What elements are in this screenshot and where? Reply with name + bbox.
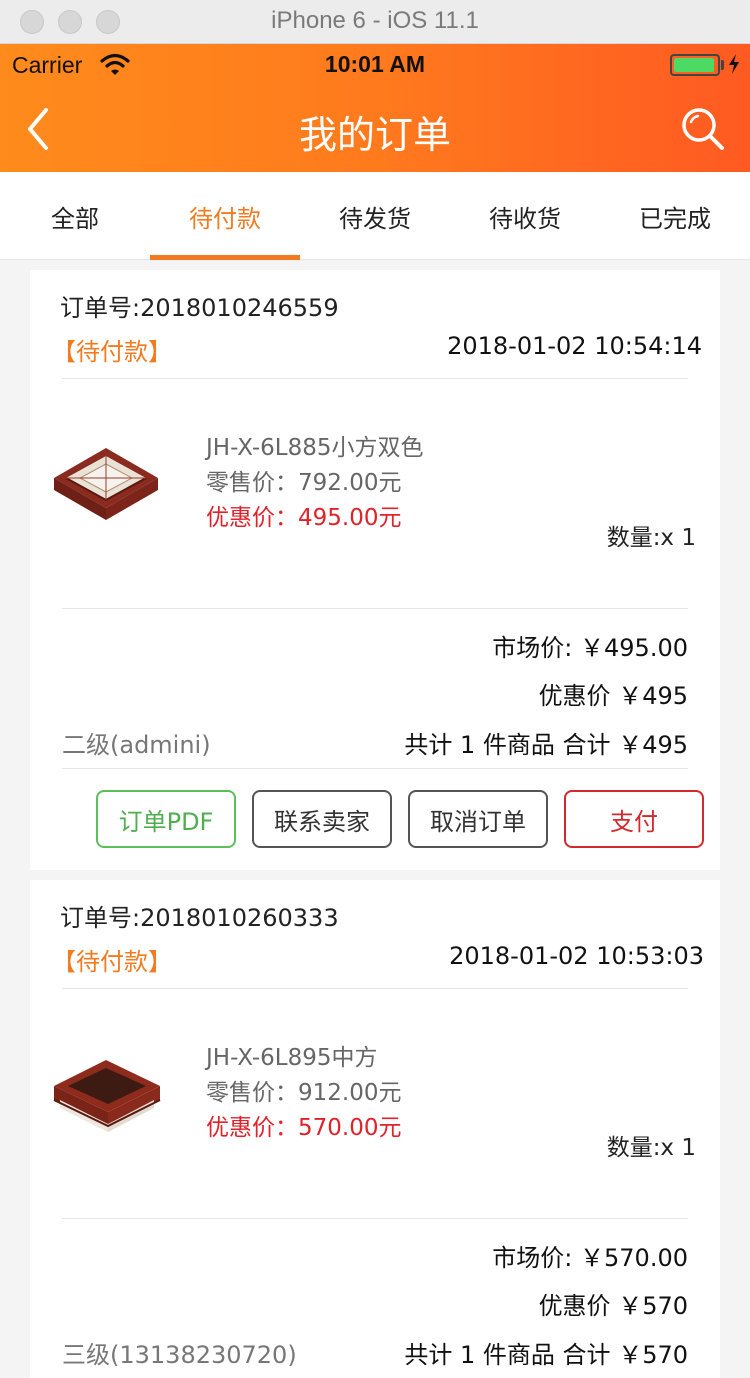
order-card[interactable]: 订单号:2018010260333 【待付款】 2018-01-02 10:53… (30, 880, 720, 1378)
status-time: 10:01 AM (324, 51, 426, 77)
retail-price: 零售价：912.00元 (206, 1080, 402, 1106)
cancel-order-button[interactable]: 取消订单 (408, 790, 548, 848)
buyer-level: 二级(admini) (62, 731, 211, 759)
order-card[interactable]: 订单号:2018010246559 【待付款】 2018-01-02 10:54… (30, 270, 720, 870)
tab-pending-shipment[interactable]: 待发货 (300, 172, 450, 260)
order-total: 共计 1 件商品 合计 ￥570 (404, 1341, 688, 1369)
order-time: 2018-01-02 10:54:14 (447, 332, 702, 360)
retail-price: 零售价：792.00元 (206, 470, 402, 496)
order-number: 订单号:2018010246559 (60, 294, 339, 322)
buyer-level: 三级(13138230720) (62, 1341, 297, 1369)
order-status-tabs: 全部 待付款 待发货 待收货 已完成 (0, 172, 750, 260)
discount-price: 优惠价 ￥570 (538, 1292, 688, 1320)
divider (62, 768, 688, 769)
product-name[interactable]: JH-X-6L895中方 (206, 1038, 378, 1072)
market-price: 市场价: ￥570.00 (492, 1244, 688, 1272)
discount-price: 优惠价 ￥495 (538, 682, 688, 710)
quantity: 数量:x 1 (606, 525, 696, 551)
product-name[interactable]: JH-X-6L885小方双色 (206, 428, 424, 462)
battery-cap (721, 60, 724, 70)
order-number: 订单号:2018010260333 (60, 904, 339, 932)
tab-pending-payment[interactable]: 待付款 (150, 172, 300, 260)
product-image[interactable] (50, 1052, 162, 1138)
order-status-label: 【待付款】 (52, 338, 172, 366)
charging-bolt-icon (729, 54, 739, 74)
app-header: Carrier 10:01 AM 我的订单 (0, 44, 750, 172)
simulator-title: iPhone 6 - iOS 11.1 (271, 7, 479, 34)
pay-button[interactable]: 支付 (564, 790, 704, 848)
order-time: 2018-01-02 10:53:03 (449, 942, 704, 970)
page-title: 我的订单 (298, 113, 451, 157)
order-status-label: 【待付款】 (52, 948, 172, 976)
divider (62, 378, 688, 379)
tab-all[interactable]: 全部 (0, 172, 150, 260)
market-price: 市场价: ￥495.00 (492, 634, 688, 662)
promo-price: 优惠价：570.00元 (206, 1115, 402, 1141)
divider (62, 1218, 688, 1219)
tab-completed[interactable]: 已完成 (600, 172, 750, 260)
contact-seller-button[interactable]: 联系卖家 (252, 790, 392, 848)
product-image[interactable] (50, 442, 162, 528)
search-icon[interactable] (680, 106, 726, 152)
divider (62, 988, 688, 989)
tab-pending-receipt[interactable]: 待收货 (450, 172, 600, 260)
order-pdf-button[interactable]: 订单PDF (96, 790, 236, 848)
app-window: iPhone 6 - iOS 11.1 Carrier 10:01 AM 我的订… (0, 0, 750, 1378)
promo-price: 优惠价：495.00元 (206, 505, 402, 531)
battery-icon (670, 54, 720, 76)
order-total: 共计 1 件商品 合计 ￥495 (404, 731, 688, 759)
divider (62, 608, 688, 609)
quantity: 数量:x 1 (606, 1135, 696, 1161)
simulator-title-bar: iPhone 6 - iOS 11.1 (0, 0, 750, 44)
